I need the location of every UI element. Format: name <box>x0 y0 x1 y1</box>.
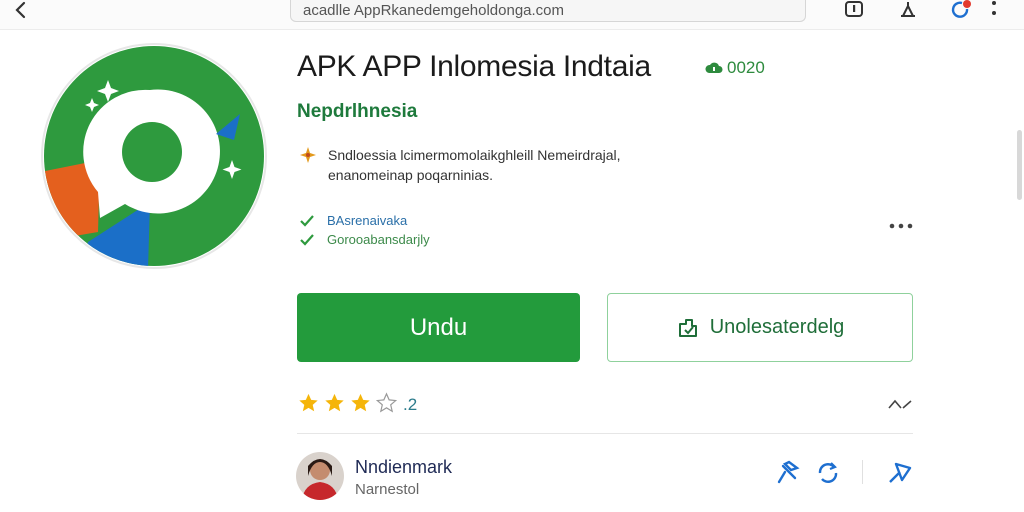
tab-icon[interactable] <box>843 0 865 20</box>
star-empty-icon <box>375 392 398 413</box>
feature-label: BAsrenaivaka <box>327 213 408 228</box>
feature-item: Gorooabansdarjly <box>299 232 430 247</box>
user-subtitle: Narnestol <box>355 481 420 498</box>
more-vertical-icon[interactable] <box>986 0 1008 20</box>
star-filled-icon <box>351 393 370 412</box>
share-icon[interactable] <box>886 460 914 486</box>
feature-label: Gorooabansdarjly <box>327 232 430 247</box>
person-icon[interactable] <box>897 0 919 20</box>
chevron-left-icon[interactable] <box>10 0 32 22</box>
count-value: 0020 <box>727 58 765 77</box>
rating-stars <box>297 392 398 414</box>
feature-item: BAsrenaivaka <box>299 213 407 228</box>
star-filled-icon <box>299 393 318 412</box>
check-icon <box>300 233 314 246</box>
cloud-icon <box>705 62 723 73</box>
action-separator <box>862 460 863 484</box>
divider <box>297 433 913 434</box>
user-name[interactable]: Nndienmark <box>355 457 452 478</box>
rating-value: .2 <box>403 395 418 414</box>
download-count: 0020 <box>705 58 765 78</box>
check-icon <box>300 214 314 227</box>
install-button[interactable]: Undu <box>297 293 580 362</box>
avatar-image <box>296 452 344 500</box>
browser-toolbar: acadlle AppRkanedemgeholdonga.com <box>0 0 1024 30</box>
refresh-icon[interactable] <box>950 0 972 20</box>
developer-link[interactable]: Nepdrlhnesia <box>297 101 417 123</box>
pin-icon[interactable] <box>773 460 801 486</box>
description-line-2: enanomeinap poqarninias. <box>328 167 494 183</box>
install-icon <box>678 318 697 337</box>
secondary-action-label: Unolesaterdelg <box>709 316 845 338</box>
sync-icon[interactable] <box>814 460 842 486</box>
description-line-1: Sndloessia lcimermomolaikghleill Nemeird… <box>328 147 621 163</box>
sparkle-icon <box>300 147 316 163</box>
more-horizontal-icon[interactable] <box>888 218 914 234</box>
url-bar[interactable]: acadlle AppRkanedemgeholdonga.com <box>290 0 806 22</box>
app-title: APK APP Inlomesia Indtaia <box>297 50 651 83</box>
star-filled-icon <box>325 393 344 412</box>
secondary-action-button[interactable]: Unolesaterdelg <box>607 293 913 362</box>
scrollbar[interactable] <box>1017 130 1022 200</box>
chevron-up-icon[interactable] <box>887 398 913 410</box>
app-logo <box>41 43 267 269</box>
avatar[interactable] <box>296 452 344 500</box>
